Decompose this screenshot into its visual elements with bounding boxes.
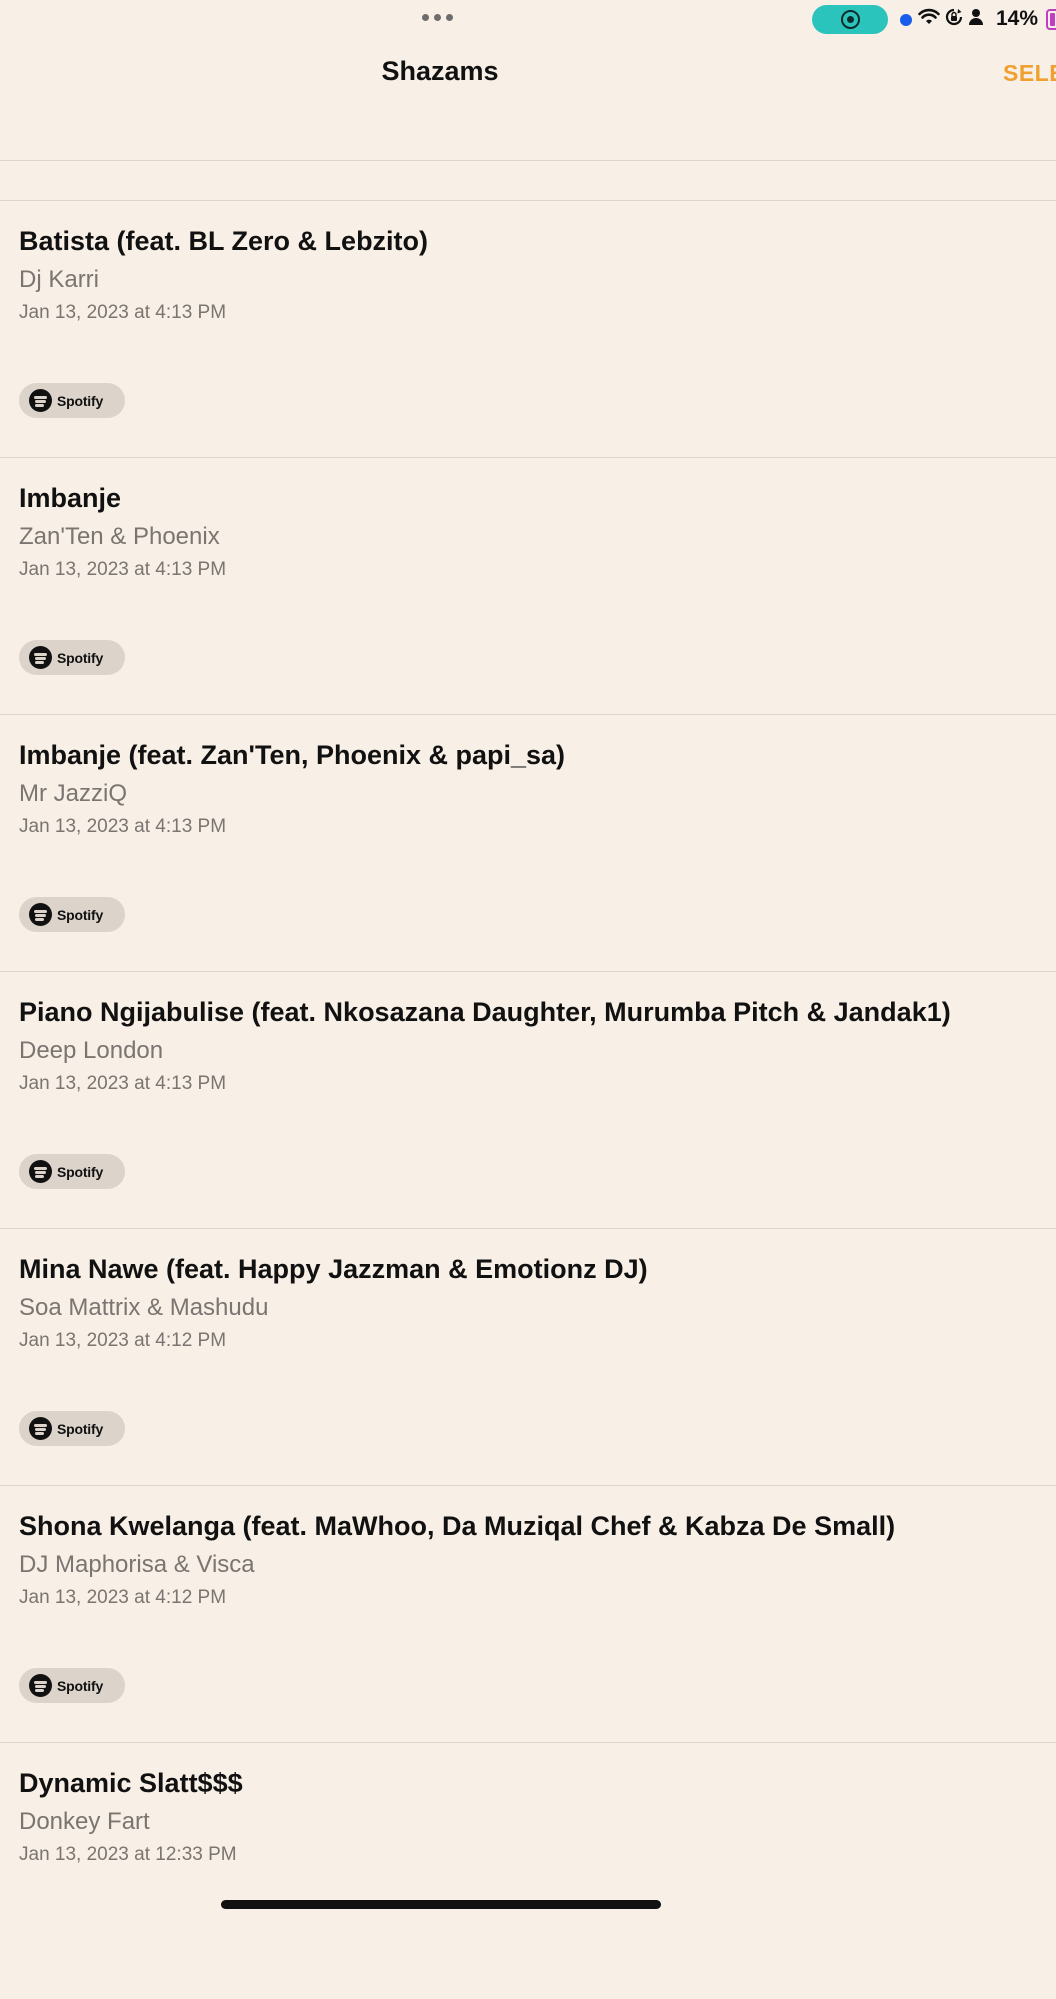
battery-percent: 14% [996, 7, 1039, 30]
screen-record-icon[interactable] [812, 5, 888, 34]
spotify-button[interactable]: Spotify [19, 897, 125, 932]
more-dots-icon[interactable] [422, 14, 453, 21]
song-artist: DJ Maphorisa & Visca [19, 1551, 255, 1578]
song-title: Dynamic Slatt$$$ [19, 1768, 243, 1798]
list-item[interactable]: Mina Nawe (feat. Happy Jazzman & Emotion… [0, 1228, 1056, 1485]
song-date: Jan 13, 2023 at 4:13 PM [19, 302, 227, 323]
spotify-label: Spotify [57, 906, 104, 923]
song-title: Shona Kwelanga (feat. MaWhoo, Da Muziqal… [19, 1511, 896, 1541]
location-dot-icon [900, 14, 912, 26]
song-date: Jan 13, 2023 at 4:13 PM [19, 1073, 227, 1094]
song-artist: Zan'Ten & Phoenix [19, 523, 220, 550]
page-title: Shazams [381, 56, 499, 86]
song-artist: Deep London [19, 1037, 164, 1064]
header-divider [0, 160, 1056, 161]
spotify-label: Spotify [57, 1677, 104, 1694]
select-button[interactable]: SELE [1003, 60, 1056, 87]
spotify-button[interactable]: Spotify [19, 640, 125, 675]
song-artist: Soa Mattrix & Mashudu [19, 1294, 269, 1321]
song-title: Batista (feat. BL Zero & Lebzito) [19, 226, 429, 256]
spotify-label: Spotify [57, 649, 104, 666]
divider [0, 1228, 1056, 1229]
person-icon [969, 9, 983, 25]
song-title: Mina Nawe (feat. Happy Jazzman & Emotion… [19, 1254, 648, 1284]
song-date: Jan 13, 2023 at 4:12 PM [19, 1330, 227, 1351]
battery-icon [1046, 9, 1056, 30]
song-artist: Mr JazziQ [19, 780, 127, 807]
spotify-label: Spotify [57, 392, 104, 409]
rotation-lock-icon [945, 8, 963, 26]
wifi-icon [918, 8, 940, 24]
spotify-icon [29, 1417, 52, 1440]
spotify-button[interactable]: Spotify [19, 1154, 125, 1189]
song-date: Jan 13, 2023 at 4:12 PM [19, 1587, 227, 1608]
song-artist: Donkey Fart [19, 1808, 150, 1835]
song-date: Jan 13, 2023 at 4:13 PM [19, 816, 227, 837]
spotify-icon [29, 1160, 52, 1183]
spotify-icon [29, 903, 52, 926]
song-artist: Dj Karri [19, 266, 100, 293]
song-title: Piano Ngijabulise (feat. Nkosazana Daugh… [19, 997, 951, 1027]
divider [0, 1742, 1056, 1743]
spotify-label: Spotify [57, 1163, 104, 1180]
list-item[interactable]: Dynamic Slatt$$$ Donkey Fart Jan 13, 202… [0, 1742, 1056, 1999]
spotify-button[interactable]: Spotify [19, 383, 125, 418]
spotify-button[interactable]: Spotify [19, 1668, 125, 1703]
list-item[interactable]: Imbanje Zan'Ten & Phoenix Jan 13, 2023 a… [0, 457, 1056, 714]
divider [0, 457, 1056, 458]
spotify-icon [29, 646, 52, 669]
song-date: Jan 13, 2023 at 4:13 PM [19, 559, 227, 580]
list-item[interactable]: Batista (feat. BL Zero & Lebzito) Dj Kar… [0, 200, 1056, 457]
status-bar: 14% [0, 0, 1056, 40]
spotify-icon [29, 1674, 52, 1697]
spotify-label: Spotify [57, 1420, 104, 1437]
list-item[interactable]: Shona Kwelanga (feat. MaWhoo, Da Muziqal… [0, 1485, 1056, 1742]
spotify-icon [29, 389, 52, 412]
song-title: Imbanje (feat. Zan'Ten, Phoenix & papi_s… [19, 740, 566, 770]
divider [0, 971, 1056, 972]
home-indicator[interactable] [221, 1900, 661, 1909]
song-date: Jan 13, 2023 at 12:33 PM [19, 1844, 237, 1865]
divider [0, 1485, 1056, 1486]
list-item[interactable]: Imbanje (feat. Zan'Ten, Phoenix & papi_s… [0, 714, 1056, 971]
shazam-list: Batista (feat. BL Zero & Lebzito) Dj Kar… [0, 200, 1056, 1999]
list-item[interactable]: Piano Ngijabulise (feat. Nkosazana Daugh… [0, 971, 1056, 1228]
divider [0, 714, 1056, 715]
song-title: Imbanje [19, 483, 122, 513]
spotify-button[interactable]: Spotify [19, 1411, 125, 1446]
divider [0, 200, 1056, 201]
